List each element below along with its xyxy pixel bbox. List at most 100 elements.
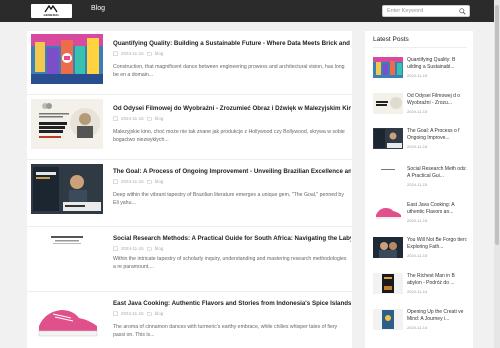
sidebar-item-title[interactable]: The Goal: A Process o f Ongoing Improve.…	[407, 128, 469, 142]
building-data-image	[31, 34, 103, 84]
building-data-thumb	[373, 57, 403, 78]
logo-text: GENERAL	[43, 13, 60, 17]
post-excerpt: Malezyjskie kino, choć może nie tak znan…	[113, 129, 345, 143]
post-item[interactable]: Od Odysei Filmowej do Wyobraźni - Zrozum…	[27, 99, 352, 157]
sidebar-item-date: 2024-11-14	[407, 289, 428, 294]
pink-sneaker-image	[31, 296, 103, 346]
sidebar-item[interactable]: Quantifying Quality: B uilding a Sustain…	[373, 57, 471, 89]
post-date: 2024-11-15	[121, 116, 144, 121]
divider	[27, 159, 352, 160]
document-thumb	[373, 166, 403, 187]
sidebar-item[interactable]: Opening Up the Creati ve Mind: A Journey…	[373, 309, 471, 341]
post-meta: 2024-11-15 blog	[113, 51, 163, 56]
divider	[27, 291, 352, 292]
creative-mind-thumb	[373, 309, 403, 330]
portrait-thumb	[373, 237, 403, 258]
search-input[interactable]: Enter Keyword	[382, 5, 470, 17]
post-category[interactable]: blog	[155, 311, 164, 316]
sidebar-thumbnail[interactable]	[373, 93, 403, 114]
post-date: 2024-11-15	[121, 51, 144, 56]
sidebar-thumbnail[interactable]	[373, 166, 403, 187]
sidebar-item-title[interactable]: Opening Up the Creati ve Mind: A Journey…	[407, 309, 469, 323]
post-thumbnail[interactable]	[31, 34, 103, 84]
sidebar-item-title[interactable]: Social Research Meth ods: A Practical Gu…	[407, 166, 469, 180]
sidebar-item-title[interactable]: Od Odysei Filmowej d o Wyobraźni - Zrozu…	[407, 93, 469, 107]
sidebar-item[interactable]: Social Research Meth ods: A Practical Gu…	[373, 166, 471, 198]
calendar-icon	[113, 116, 118, 121]
post-category[interactable]: blog	[155, 51, 164, 56]
sidebar-item[interactable]: East Java Cooking: A uthentic Flavors an…	[373, 202, 471, 234]
sidebar-thumbnail[interactable]	[373, 202, 403, 223]
sidebar-item-date: 2024-11-15	[407, 253, 428, 258]
sidebar-item-title[interactable]: The Richest Man in B abylon - Podróż do …	[407, 273, 469, 287]
sidebar-item-title[interactable]: Quantifying Quality: B uilding a Sustain…	[407, 57, 469, 71]
logo-icon	[44, 5, 58, 13]
site-logo[interactable]: GENERAL	[31, 4, 72, 18]
post-excerpt: The aroma of cinnamon dances with turmer…	[113, 324, 338, 338]
sidebar-item[interactable]: The Goal: A Process o f Ongoing Improve.…	[373, 128, 471, 160]
book-cover-thumb	[373, 128, 403, 149]
document-image	[31, 231, 103, 281]
folder-icon	[146, 312, 152, 316]
post-list: Quantifying Quality: Building a Sustaina…	[27, 31, 352, 348]
sidebar-thumbnail[interactable]	[373, 309, 403, 330]
nav-link-blog[interactable]: Blog	[91, 5, 105, 12]
sidebar-latest-posts: Latest Posts Quantifying Quality: B uild…	[365, 31, 473, 348]
post-meta: 2024-11-15 blog	[113, 179, 163, 184]
post-meta: 2024-11-15 blog	[113, 311, 163, 316]
folder-icon	[146, 247, 152, 251]
post-thumbnail[interactable]	[31, 99, 103, 149]
divider	[27, 94, 352, 95]
sidebar-thumbnail[interactable]	[373, 237, 403, 258]
folder-icon	[146, 117, 152, 121]
post-title[interactable]: Quantifying Quality: Building a Sustaina…	[113, 40, 351, 47]
folder-icon	[146, 52, 152, 56]
post-item[interactable]: Social Research Methods: A Practical Gui…	[27, 231, 352, 289]
post-category[interactable]: blog	[155, 179, 164, 184]
post-meta: 2024-11-15 blog	[113, 116, 163, 121]
post-date: 2024-11-15	[121, 246, 144, 251]
sidebar-thumbnail[interactable]	[373, 57, 403, 78]
sidebar-item[interactable]: Od Odysei Filmowej d o Wyobraźni - Zrozu…	[373, 93, 471, 125]
post-meta: 2024-11-15 blog	[113, 246, 163, 251]
sidebar-item-date: 2024-11-15	[407, 218, 428, 223]
search-icon[interactable]	[459, 8, 466, 15]
post-title[interactable]: East Java Cooking: Authentic Flavors and…	[113, 300, 351, 307]
post-item[interactable]: East Java Cooking: Authentic Flavors and…	[27, 296, 352, 348]
post-thumbnail[interactable]	[31, 296, 103, 346]
post-item[interactable]: Quantifying Quality: Building a Sustaina…	[27, 34, 352, 92]
post-title[interactable]: The Goal: A Process of Ongoing Improveme…	[113, 168, 351, 175]
post-excerpt: Within the intricate tapestry of scholar…	[113, 256, 347, 270]
folder-icon	[146, 180, 152, 184]
post-excerpt: Deep within the vibrant tapestry of Braz…	[113, 192, 344, 206]
book-cover-image	[31, 164, 103, 214]
cinema-event-image	[31, 99, 103, 149]
sidebar-item-date: 2024-11-15	[407, 182, 428, 187]
post-thumbnail[interactable]	[31, 231, 103, 281]
sidebar-item-title[interactable]: East Java Cooking: A uthentic Flavors an…	[407, 202, 469, 216]
post-excerpt: Construction, that magnificent dance bet…	[113, 64, 345, 78]
pink-sneaker-thumb	[373, 202, 403, 223]
post-item[interactable]: The Goal: A Process of Ongoing Improveme…	[27, 164, 352, 222]
divider	[27, 226, 352, 227]
sidebar-item-title[interactable]: You Will Not Be Forgo tten: Exploring Fa…	[407, 237, 469, 251]
post-title[interactable]: Od Odysei Filmowej do Wyobraźni - Zrozum…	[113, 105, 351, 112]
sidebar-item-date: 2024-11-15	[407, 73, 428, 78]
calendar-icon	[113, 311, 118, 316]
post-category[interactable]: blog	[155, 246, 164, 251]
calendar-icon	[113, 51, 118, 56]
top-navbar: GENERAL Blog Enter Keyword	[0, 0, 500, 22]
post-category[interactable]: blog	[155, 116, 164, 121]
post-date: 2024-11-15	[121, 311, 144, 316]
babylon-book-thumb	[373, 273, 403, 294]
scrollbar-thumb[interactable]	[495, 5, 499, 245]
post-title[interactable]: Social Research Methods: A Practical Gui…	[113, 235, 351, 242]
sidebar-thumbnail[interactable]	[373, 273, 403, 294]
sidebar-item[interactable]: The Richest Man in B abylon - Podróż do …	[373, 273, 471, 305]
sidebar-heading: Latest Posts	[373, 36, 409, 43]
sidebar-item-date: 2024-11-15	[407, 144, 428, 149]
post-thumbnail[interactable]	[31, 164, 103, 214]
sidebar-item[interactable]: You Will Not Be Forgo tten: Exploring Fa…	[373, 237, 471, 269]
sidebar-thumbnail[interactable]	[373, 128, 403, 149]
post-date: 2024-11-15	[121, 179, 144, 184]
